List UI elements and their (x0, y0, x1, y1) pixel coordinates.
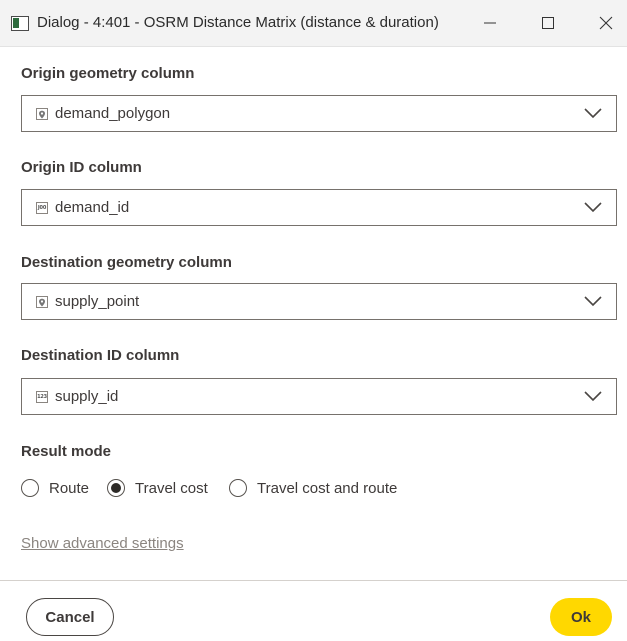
json-type-icon: J00 (36, 202, 48, 214)
destination-geometry-label: Destination geometry column (21, 254, 232, 271)
radio-route-label: Route (49, 479, 90, 497)
maximize-icon (542, 17, 554, 29)
origin-id-value: demand_id (55, 199, 130, 216)
radio-travel-cost-label: Travel cost (135, 479, 208, 497)
origin-id-select[interactable]: J00 demand_id (21, 189, 617, 226)
origin-geometry-label: Origin geometry column (21, 65, 195, 82)
minimize-button[interactable] (470, 8, 510, 38)
destination-geometry-select[interactable]: supply_point (21, 283, 617, 320)
destination-geometry-value: supply_point (55, 293, 140, 310)
chevron-down-icon (584, 296, 602, 307)
radio-travel-cost-and-route[interactable]: Travel cost and route (229, 478, 397, 498)
origin-geometry-value: demand_polygon (55, 105, 171, 122)
radio-circle[interactable] (21, 479, 39, 497)
window-title: Dialog - 4:401 - OSRM Distance Matrix (d… (37, 14, 439, 31)
origin-geometry-select[interactable]: demand_polygon (21, 95, 617, 132)
app-icon (11, 16, 29, 31)
radio-travel-cost[interactable]: Travel cost (107, 478, 208, 498)
footer-divider (0, 580, 627, 581)
minimize-icon (484, 22, 496, 24)
geometry-icon (36, 108, 48, 120)
radio-circle[interactable] (229, 479, 247, 497)
show-advanced-settings-link[interactable]: Show advanced settings (21, 535, 184, 552)
cancel-button[interactable]: Cancel (26, 598, 114, 636)
destination-id-value: supply_id (55, 388, 119, 405)
destination-id-label: Destination ID column (21, 347, 180, 364)
ok-button[interactable]: Ok (550, 598, 612, 636)
radio-route[interactable]: Route (21, 478, 89, 498)
title-bar: Dialog - 4:401 - OSRM Distance Matrix (d… (0, 0, 627, 47)
result-mode-label: Result mode (21, 443, 112, 460)
chevron-down-icon (584, 108, 602, 119)
destination-id-select[interactable]: 123 supply_id (21, 378, 617, 415)
number-type-icon: 123 (36, 391, 48, 403)
close-button[interactable] (586, 8, 626, 38)
chevron-down-icon (584, 202, 602, 213)
maximize-button[interactable] (528, 8, 568, 38)
radio-circle-selected[interactable] (107, 479, 125, 497)
radio-travel-cost-and-route-label: Travel cost and route (257, 479, 398, 497)
close-icon (599, 16, 613, 30)
origin-id-label: Origin ID column (21, 159, 142, 176)
chevron-down-icon (584, 391, 602, 402)
geometry-icon (36, 296, 48, 308)
